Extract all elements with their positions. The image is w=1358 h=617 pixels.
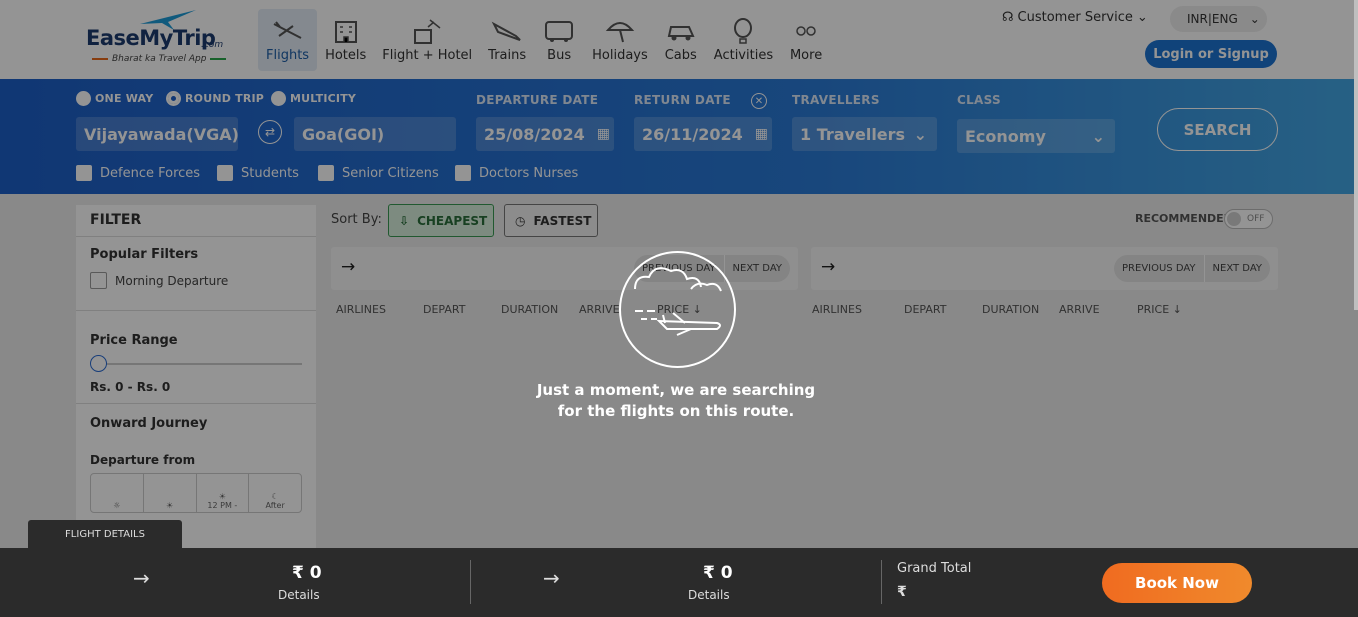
return-price: ₹ 0: [703, 563, 733, 583]
grand-total-label: Grand Total: [897, 561, 972, 576]
onward-price: ₹ 0: [292, 563, 322, 583]
loading-line-2: for the flights on this route.: [557, 402, 795, 420]
book-now-button[interactable]: Book Now: [1102, 563, 1252, 603]
page-scrollbar[interactable]: [1354, 0, 1358, 310]
loading-message: Just a moment, we are searching for the …: [516, 380, 836, 422]
divider: [470, 560, 471, 604]
loader-circle: [619, 251, 736, 368]
grand-total-value: ₹: [897, 584, 907, 600]
loading-line-1: Just a moment, we are searching: [536, 381, 816, 399]
onward-details-link[interactable]: Details: [278, 588, 320, 602]
bottom-fare-bar: → ₹ 0 Details → ₹ 0 Details Grand Total …: [0, 548, 1358, 617]
flight-details-tab[interactable]: FLIGHT DETAILS: [28, 520, 182, 556]
divider: [881, 560, 882, 604]
onward-arrow-icon: →: [133, 566, 150, 590]
return-arrow-icon: →: [543, 566, 560, 590]
plane-cloud-icon: [634, 267, 722, 336]
return-details-link[interactable]: Details: [688, 588, 730, 602]
